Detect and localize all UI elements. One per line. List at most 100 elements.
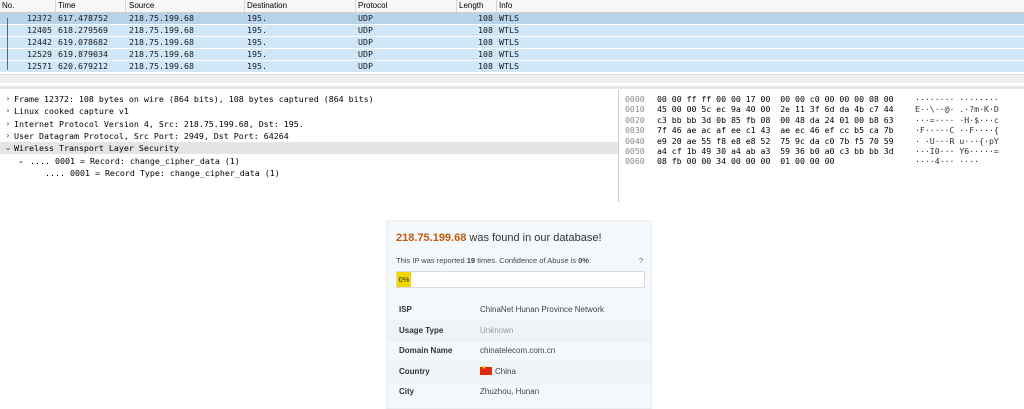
bytes-offset: 0010 xyxy=(625,104,645,115)
ip-info-row: Country China xyxy=(387,360,651,383)
column-no[interactable]: No. xyxy=(2,1,14,10)
packet-row[interactable]: 12372 617.478752 218.75.199.68 195. UDP 108 WT… xyxy=(0,13,1024,24)
packet-cell-proto: UDP xyxy=(358,61,373,71)
bytes-offset: 0030 xyxy=(625,125,645,136)
packet-cell-proto: UDP xyxy=(358,25,373,35)
bytes-ascii: ········ ········ xyxy=(915,94,999,104)
detail-tree-label: Wireless Transport Layer Security xyxy=(14,143,179,154)
detail-tree-label: Frame 12372: 108 bytes on wire (864 bits… xyxy=(14,94,374,104)
detail-tree-item[interactable]: › Frame 12372: 108 bytes on wire (864 bit… xyxy=(0,93,618,105)
collapse-arrow-icon[interactable]: ⌄ xyxy=(17,155,25,167)
bytes-ascii: ···I0··· Y6·····= xyxy=(915,146,999,156)
packet-cell-time: 620.679212 xyxy=(58,61,108,71)
packet-cell-time: 617.478752 xyxy=(58,13,108,23)
reported-prefix: This IP was reported xyxy=(396,256,465,265)
pane-divider[interactable] xyxy=(0,86,1024,89)
packet-cell-dst: 195. xyxy=(247,61,267,71)
packet-cell-proto: UDP xyxy=(358,13,373,23)
bytes-line[interactable]: 0060 08 fb 00 00 34 00 00 00 01 00 00 00 ·… xyxy=(621,156,1024,166)
column-length[interactable]: Length xyxy=(459,1,483,10)
reported-end: : xyxy=(588,256,592,265)
bytes-offset: 0060 xyxy=(625,156,645,167)
packet-cell-proto: UDP xyxy=(358,49,373,59)
bytes-hex: c3 bb bb 3d 0b 85 fb 08 00 48 da 24 01 0… xyxy=(657,114,894,125)
bytes-ascii: · ·U···R u···{·pY xyxy=(915,135,999,146)
packet-cell-len: 108 xyxy=(478,25,493,35)
bytes-offset: 0000 xyxy=(625,94,645,104)
detail-tree-item[interactable]: .... 0001 = Record Type: change_cipher_d… xyxy=(0,167,618,179)
bytes-line[interactable]: 0000 00 00 ff ff 00 00 17 00 00 00 c0 00 … xyxy=(621,94,1024,104)
expand-arrow-icon[interactable]: › xyxy=(4,130,12,142)
column-destination[interactable]: Destination xyxy=(247,1,287,10)
bytes-line[interactable]: 0010 45 00 00 5c ec 9a 40 00 2e 11 3f 6d … xyxy=(621,104,1024,114)
packet-details[interactable]: › Frame 12372: 108 bytes on wire (864 bit… xyxy=(0,90,619,202)
packet-cell-info: WTLS xyxy=(499,61,519,71)
horizontal-scrollbar[interactable] xyxy=(0,74,1024,83)
ip-info-value-text: Unknown xyxy=(480,325,514,335)
china-flag-icon xyxy=(480,364,492,375)
column-info[interactable]: Info xyxy=(499,1,512,10)
packet-cell-proto: UDP xyxy=(358,37,373,47)
column-time[interactable]: Time xyxy=(58,1,75,10)
detail-tree-item[interactable]: ⌄ Wireless Transport Layer Security xyxy=(0,142,618,155)
bytes-offset: 0020 xyxy=(625,114,645,125)
bytes-line[interactable]: 0050 a4 cf 1b 49 30 a4 ab a3 59 36 b0 a0 … xyxy=(621,146,1024,156)
packet-cell-time: 619.078682 xyxy=(58,37,108,47)
help-icon[interactable]: ? xyxy=(639,256,643,265)
ip-info-value-text: Zhuzhou, Hunan xyxy=(480,387,540,396)
detail-tree-item[interactable]: ⌄ .... 0001 = Record: change_cipher_data … xyxy=(0,155,618,167)
packet-row[interactable]: 12571 620.679212 218.75.199.68 195. UDP 108 WT… xyxy=(0,61,1024,72)
packet-list[interactable]: No. Time Source Destination Protocol Len… xyxy=(0,0,1024,83)
packet-row[interactable]: 12442 619.078682 218.75.199.68 195. UDP 108 WT… xyxy=(0,37,1024,48)
ip-info-row: ISP ChinaNet Hunan Province Network xyxy=(387,299,651,321)
packet-cell-dst: 195. xyxy=(247,13,267,23)
packet-cell-src: 218.75.199.68 xyxy=(129,61,194,71)
conversation-bracket xyxy=(7,18,14,70)
detail-tree-item[interactable]: › Internet Protocol Version 4, Src: 218.7… xyxy=(0,118,618,130)
ip-info-value: Unknown xyxy=(480,326,513,335)
bytes-line[interactable]: 0020 c3 bb bb 3d 0b 85 fb 08 00 48 da 24 … xyxy=(621,115,1024,125)
packet-cell-info: WTLS xyxy=(499,49,519,59)
packet-cell-time: 619.879034 xyxy=(58,49,108,59)
detail-tree-item[interactable]: › User Datagram Protocol, Src Port: 2949,… xyxy=(0,130,618,142)
expand-arrow-icon[interactable]: › xyxy=(4,105,12,117)
packet-cell-dst: 195. xyxy=(247,49,267,59)
packet-cell-info: WTLS xyxy=(499,25,519,35)
packet-row[interactable]: 12529 619.879034 218.75.199.68 195. UDP 108 WT… xyxy=(0,49,1024,60)
packet-cell-len: 108 xyxy=(478,49,493,59)
ip-info-value-text[interactable]: chinatelecom.com.cn xyxy=(480,346,555,355)
packet-cell-len: 108 xyxy=(478,37,493,47)
ip-info-row: Usage Type Unknown xyxy=(387,319,651,342)
packet-cell-dst: 195. xyxy=(247,25,267,35)
ip-info-key: Usage Type xyxy=(399,325,444,335)
detail-tree-label: User Datagram Protocol, Src Port: 2949, … xyxy=(14,130,289,141)
bytes-ascii: ····4··· ···· xyxy=(915,156,980,167)
ip-info-key: Country xyxy=(399,366,430,376)
packet-bytes[interactable]: 0000 00 00 ff ff 00 00 17 00 00 00 c0 00 … xyxy=(621,90,1024,172)
detail-tree-label: Internet Protocol Version 4, Src: 218.75… xyxy=(14,118,304,129)
ip-info-value: Zhuzhou, Hunan xyxy=(480,387,539,396)
packet-cell-time: 618.279569 xyxy=(58,25,108,35)
abuse-title: 218.75.199.68 was found in our database! xyxy=(396,232,602,244)
expand-arrow-icon[interactable]: › xyxy=(4,118,12,130)
ip-info-value: ChinaNet Hunan Province Network xyxy=(480,305,604,314)
bytes-hex: 7f 46 ae ac af ee c1 43 ae ec 46 ef cc b… xyxy=(657,125,894,136)
abuse-ip[interactable]: 218.75.199.68 xyxy=(396,232,466,244)
packet-cell-len: 108 xyxy=(478,13,493,23)
detail-tree-item[interactable]: › Linux cooked capture v1 xyxy=(0,105,618,117)
collapse-arrow-icon[interactable]: ⌄ xyxy=(4,142,12,154)
ip-info-key: City xyxy=(399,387,415,396)
bytes-hex: e9 20 ae 55 f8 e8 e8 52 75 9c da c0 7b f… xyxy=(657,135,894,146)
packet-cell-src: 218.75.199.68 xyxy=(129,25,194,35)
ip-info-value: chinatelecom.com.cn xyxy=(480,346,555,355)
ip-info-value-text: ChinaNet Hunan Province Network xyxy=(480,305,605,314)
bytes-hex: a4 cf 1b 49 30 a4 ab a3 59 36 b0 a0 c3 b… xyxy=(657,146,894,156)
column-source[interactable]: Source xyxy=(129,1,154,10)
expand-arrow-icon[interactable]: › xyxy=(4,93,12,105)
bytes-line[interactable]: 0040 e9 20 ae 55 f8 e8 e8 52 75 9c da c0 … xyxy=(621,136,1024,146)
bytes-line[interactable]: 0030 7f 46 ae ac af ee c1 43 ae ec 46 ef … xyxy=(621,125,1024,135)
reported-mid: times. Confidence of Abuse is xyxy=(477,256,576,265)
column-protocol[interactable]: Protocol xyxy=(358,1,387,10)
packet-row[interactable]: 12405 618.279569 218.75.199.68 195. UDP 108 WT… xyxy=(0,25,1024,36)
packet-list-header: No. Time Source Destination Protocol Len… xyxy=(0,0,1024,13)
